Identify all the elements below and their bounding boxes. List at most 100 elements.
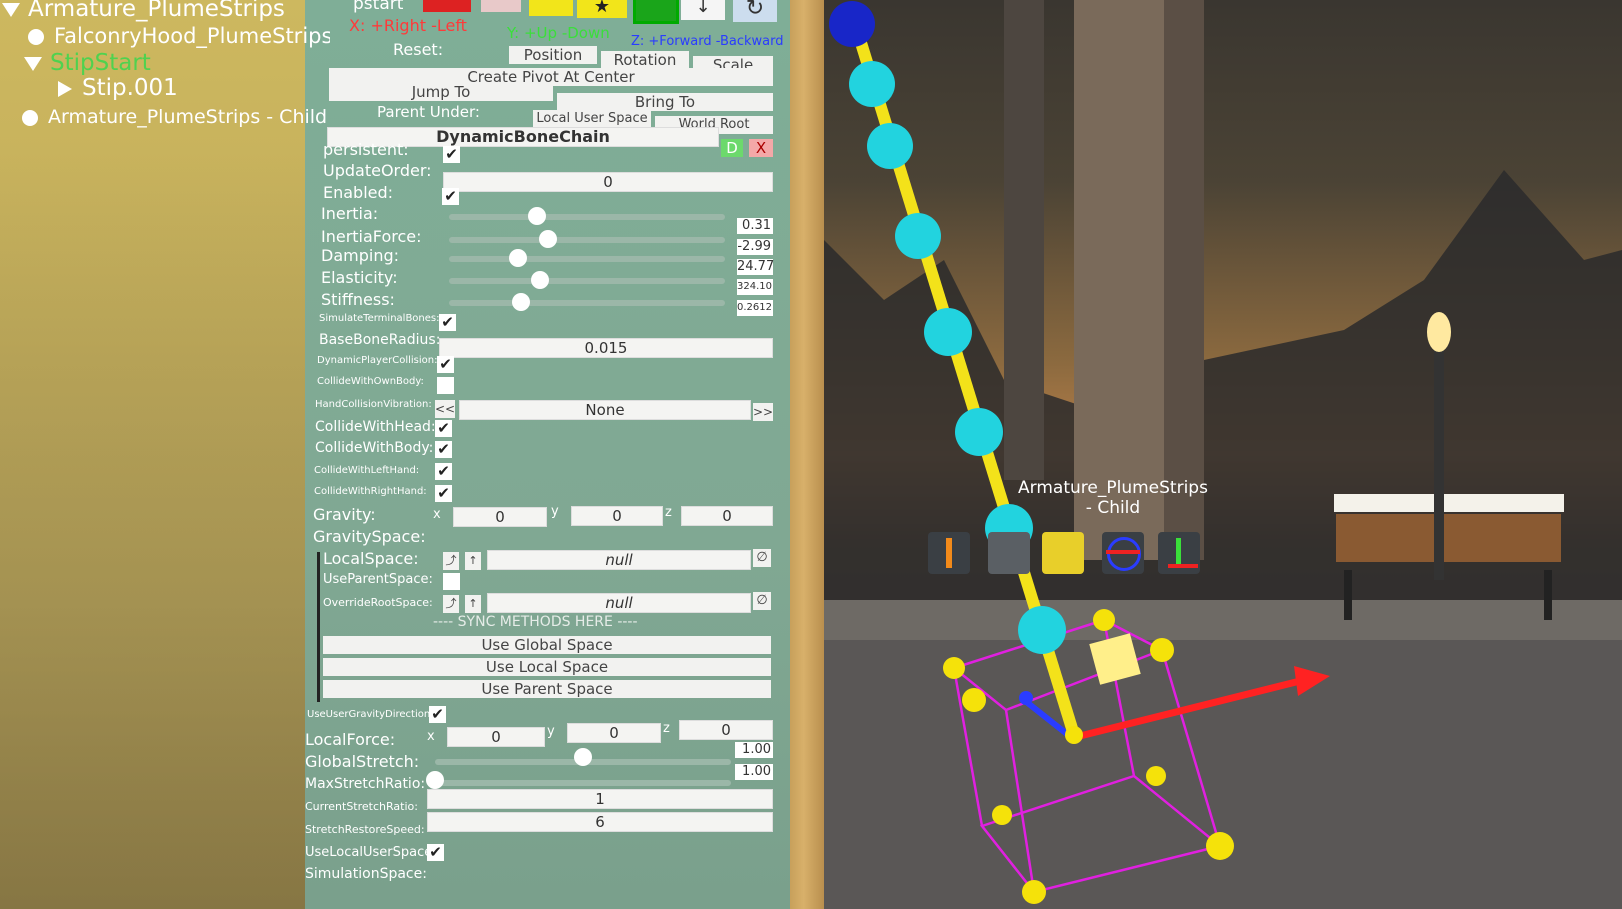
jump-ref-icon[interactable]: ⤴ [443,552,459,570]
trash-icon[interactable] [481,0,521,12]
reset-position-button[interactable]: Position [509,46,597,64]
clear-override-root-button[interactable]: ∅ [753,592,771,610]
hierarchy-item-label: Stip.001 [82,75,178,101]
hierarchy-item-armature-child[interactable]: Armature_PlumeStrips - Child [22,106,327,128]
hierarchy-item-armature[interactable]: Armature_PlumeStrips [2,0,285,22]
translate-gizmo-icon[interactable] [1158,532,1200,574]
remove-component-button[interactable]: X [749,139,773,157]
update-order-field[interactable]: 0 [443,172,773,192]
slider-knob[interactable] [531,271,550,289]
collapsed-triangle-icon[interactable] [58,80,72,97]
slider-value[interactable]: 0.2612 [737,300,773,316]
gravity-z-field[interactable]: 0 [681,506,773,526]
global-stretch-knob[interactable] [574,748,592,766]
duplicate-component-button[interactable]: D [721,139,743,157]
hcv-next-button[interactable]: >> [753,403,773,421]
local-user-space-button[interactable]: Local User Space [533,110,651,128]
color-icon[interactable] [633,0,679,24]
slider-track[interactable] [449,256,725,262]
slider-track[interactable] [449,278,725,284]
scale-gizmo-icon[interactable] [1042,532,1084,574]
collide-body-checkbox[interactable]: ✔ [435,441,452,458]
collide-left-hand-label: CollideWithLeftHand: [314,465,420,476]
pin-icon[interactable] [529,0,573,16]
jump-ref-icon[interactable]: ⤴ [443,595,459,613]
collide-own-body-checkbox[interactable] [437,377,454,394]
base-bone-radius-field[interactable]: 0.015 [439,338,773,358]
slider-track[interactable] [449,300,725,306]
use-global-space-button[interactable]: Use Global Space [323,636,771,654]
use-local-user-space-checkbox[interactable]: ✔ [427,844,444,861]
collide-head-label: CollideWithHead: [315,419,436,435]
slider-track[interactable] [449,237,725,243]
trash-icon[interactable] [423,0,471,12]
slider-knob[interactable] [509,249,527,267]
enabled-checkbox[interactable]: ✔ [442,188,459,205]
hierarchy-item-stipstart[interactable]: StipStart [24,50,151,76]
hierarchy-item-falconry[interactable]: FalconryHood_PlumeStrips [28,24,330,48]
hierarchy-item-stip001[interactable]: Stip.001 [58,75,178,101]
collide-left-hand-checkbox[interactable]: ✔ [435,463,452,480]
max-stretch-knob[interactable] [426,771,444,789]
gravity-y-label: y [551,504,559,519]
local-force-x-field[interactable]: 0 [447,727,545,747]
local-force-y-field[interactable]: 0 [567,723,661,743]
slider-value[interactable]: -2.99 [737,239,773,255]
slider-knob[interactable] [528,207,547,225]
local-space-field[interactable]: null [487,550,751,570]
expand-triangle-icon[interactable] [24,56,42,71]
slider-knob[interactable] [511,293,530,311]
object-name-label: Armature_PlumeStrips - Child [998,478,1228,518]
pillar [1074,0,1164,560]
slider-knob[interactable] [539,230,558,248]
object-name-line1: Armature_PlumeStrips [1018,478,1208,498]
local-force-label: LocalForce: [305,730,396,749]
use-parent-space-label: UseParentSpace: [323,572,433,587]
jump-to-button[interactable]: Jump To [329,83,553,101]
hierarchy-item-label: FalconryHood_PlumeStrips [54,24,330,48]
local-force-z-field[interactable]: 0 [679,720,773,740]
arrow-down-icon[interactable]: ↓ [681,0,725,20]
use-user-gravity-checkbox[interactable]: ✔ [429,706,446,723]
slider-track[interactable] [449,214,725,220]
refresh-icon[interactable]: ↻ [733,0,777,22]
override-root-space-label: OverrideRootSpace: [323,596,433,609]
use-user-gravity-label: UseUserGravityDirection: [307,709,434,720]
open-ref-icon[interactable]: ↑ [465,595,481,613]
max-stretch-value[interactable]: 1.00 [735,764,773,780]
persistent-checkbox[interactable]: ✔ [443,146,460,163]
use-local-space-button[interactable]: Use Local Space [323,658,771,676]
open-ref-icon[interactable]: ↑ [465,552,481,570]
use-parent-space-button[interactable]: Use Parent Space [323,680,771,698]
object-name-line2: - Child [1085,498,1141,518]
stretch-restore-field[interactable]: 6 [427,812,773,832]
axis-z-hint: Z: +Forward -Backward [631,34,784,49]
persistent-label: persistent: [323,140,409,159]
rotate-gizmo-icon[interactable] [1102,532,1144,574]
collide-head-checkbox[interactable]: ✔ [435,420,452,437]
blank-tool-icon[interactable] [988,532,1030,574]
slider-value[interactable]: 324.10 [737,279,773,295]
slider-value[interactable]: 24.77 [737,259,774,275]
star-icon[interactable]: ★ [577,0,627,18]
bring-to-button[interactable]: Bring To [557,93,773,111]
override-root-space-field[interactable]: null [487,593,751,613]
inspector-panel: pstart ★ ↓ ↻ X: +Right -Left Y: +Up -Dow… [305,0,800,909]
slider-value[interactable]: 0.31 [737,218,773,234]
gravity-y-field[interactable]: 0 [571,506,663,526]
gravity-x-field[interactable]: 0 [453,507,547,527]
hcv-prev-button[interactable]: << [435,400,455,418]
collide-right-hand-checkbox[interactable]: ✔ [435,485,452,502]
dynamic-player-collision-checkbox[interactable]: ✔ [437,356,454,373]
clear-local-space-button[interactable]: ∅ [753,549,771,567]
move-arrow-icon[interactable] [928,532,970,574]
simulate-terminal-checkbox[interactable]: ✔ [439,314,456,331]
reset-rotation-button[interactable]: Rotation [601,51,689,69]
viewport-3d[interactable]: Armature_PlumeStrips - Child [824,0,1622,909]
bench-light [1334,494,1564,512]
expand-triangle-icon[interactable] [2,2,20,17]
max-stretch-track[interactable] [435,780,731,786]
global-stretch-value[interactable]: 1.00 [735,742,773,758]
use-parent-space-checkbox[interactable] [443,573,460,590]
bone-root-joint[interactable] [829,1,875,47]
